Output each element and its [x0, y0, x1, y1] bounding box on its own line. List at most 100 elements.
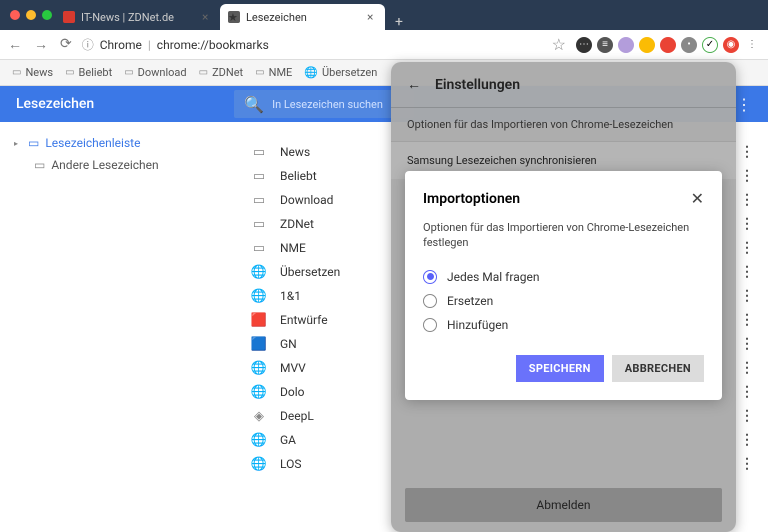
favicon-icon [63, 11, 75, 23]
radio-ask[interactable]: Jedes Mal fragen [423, 265, 704, 289]
address-bar: ← → ⟳ ⓘ Chrome | chrome://bookmarks ☆ ⋯ … [0, 30, 768, 60]
bm-zdnet[interactable]: ▭ZDNet [195, 64, 248, 81]
close-window[interactable] [10, 10, 20, 20]
folder-name: GA [280, 433, 296, 447]
more-icon[interactable]: ⋮ [740, 336, 754, 352]
tree-bookmarkbar[interactable]: ▸ ▭ Lesezeichenleiste [12, 132, 220, 154]
menu-icon[interactable]: ⋮ [744, 37, 760, 53]
folder-name: Entwürfe [280, 313, 328, 327]
folder-name: DeepL [280, 409, 314, 423]
tab-bookmarks[interactable]: ★ Lesezeichen × [220, 4, 385, 30]
globe-icon: 🌐 [250, 289, 268, 303]
blue-icon: 🟦 [250, 337, 268, 351]
tree-other[interactable]: ▭ Andere Lesezeichen [32, 154, 220, 176]
bm-nme[interactable]: ▭NME [251, 64, 296, 81]
tab-zdnet[interactable]: IT-News | ZDNet.de × [55, 4, 220, 30]
folder-name: ZDNet [280, 217, 314, 231]
page-title: Lesezeichen [16, 96, 94, 112]
more-icon[interactable]: ⋮ [740, 216, 754, 232]
more-icon[interactable]: ⋮ [740, 408, 754, 424]
dialog-description: Optionen für das Importieren von Chrome-… [423, 220, 704, 251]
more-icon[interactable]: ⋮ [740, 168, 754, 184]
folder-icon: ▭ [250, 169, 268, 183]
extensions: ⋯ ≡ • ✓ ◉ ⋮ [576, 37, 760, 53]
folder-name: News [280, 145, 310, 159]
logout-button[interactable]: Abmelden [405, 488, 722, 522]
addr-protocol: Chrome [100, 38, 142, 52]
folder-name: Übersetzen [280, 265, 340, 279]
more-icon[interactable]: ⋮ [740, 432, 754, 448]
folder-icon: ▭ [250, 241, 268, 255]
ext-icon[interactable]: • [681, 37, 697, 53]
cancel-button[interactable]: ABBRECHEN [612, 355, 704, 382]
folder-name: Beliebt [280, 169, 317, 183]
settings-import-option[interactable]: Optionen für das Importieren von Chrome-… [391, 107, 736, 141]
close-icon[interactable]: ✕ [691, 189, 704, 208]
window-controls [10, 10, 52, 20]
ext-icon[interactable]: ⋯ [576, 37, 592, 53]
more-icon[interactable]: ⋮ [740, 312, 754, 328]
settings-panel: ← Einstellungen Optionen für das Importi… [391, 62, 736, 532]
more-icon[interactable]: ⋮ [740, 384, 754, 400]
profile-icon[interactable]: ◉ [723, 37, 739, 53]
more-icon[interactable]: ⋮ [740, 240, 754, 256]
globe-icon: 🌐 [250, 361, 268, 375]
settings-title: Einstellungen [435, 77, 520, 93]
tab-bar: IT-News | ZDNet.de × ★ Lesezeichen × + [0, 0, 768, 30]
reload-button[interactable]: ⟳ [60, 36, 72, 53]
more-icon[interactable]: ⋮ [740, 456, 754, 472]
folder-icon: ▭ [250, 217, 268, 231]
globe-icon: 🌐 [250, 385, 268, 399]
folder-icon: ▭ [199, 67, 208, 78]
folder-icon: ▭ [250, 145, 268, 159]
header-more-button[interactable]: ⋮ [736, 95, 752, 114]
folder-icon: ▭ [124, 67, 133, 78]
globe-icon: 🌐 [250, 457, 268, 471]
settings-header: ← Einstellungen [391, 62, 736, 107]
forward-button[interactable]: → [34, 36, 48, 53]
ext-icon[interactable] [660, 37, 676, 53]
tab-title: Lesezeichen [246, 11, 307, 24]
star-icon[interactable]: ☆ [552, 35, 566, 54]
folder-name: Download [280, 193, 333, 207]
more-icon[interactable]: ⋮ [740, 144, 754, 160]
ext-icon[interactable]: ≡ [597, 37, 613, 53]
close-icon[interactable]: × [202, 10, 212, 24]
folder-name: MVV [280, 361, 306, 375]
new-tab-button[interactable]: + [385, 14, 413, 30]
maximize-window[interactable] [42, 10, 52, 20]
more-icon[interactable]: ⋮ [740, 264, 754, 280]
addr-url: chrome://bookmarks [157, 38, 269, 52]
search-input[interactable] [272, 98, 404, 111]
folder-icon: ▭ [65, 67, 74, 78]
folder-icon: ▭ [250, 193, 268, 207]
address-field[interactable]: ⓘ Chrome | chrome://bookmarks [82, 36, 542, 53]
bm-uebersetzen[interactable]: 🌐Übersetzen [300, 64, 381, 81]
sidebar: ▸ ▭ Lesezeichenleiste ▭ Andere Lesezeich… [0, 122, 232, 532]
close-icon[interactable]: × [367, 10, 377, 24]
folder-icon: ▭ [34, 158, 45, 172]
folder-icon: ▭ [12, 67, 21, 78]
back-icon[interactable]: ← [407, 76, 421, 93]
red-icon: 🟥 [250, 313, 268, 327]
bm-beliebt[interactable]: ▭Beliebt [61, 64, 116, 81]
save-button[interactable]: SPEICHERN [516, 355, 604, 382]
minimize-window[interactable] [26, 10, 36, 20]
bm-news[interactable]: ▭News [8, 64, 57, 81]
ext-icon[interactable] [639, 37, 655, 53]
ext-icon[interactable] [618, 37, 634, 53]
search-wrap: 🔍 [234, 90, 414, 118]
folder-name: GN [280, 337, 297, 351]
more-icon[interactable]: ⋮ [740, 192, 754, 208]
back-button[interactable]: ← [8, 36, 22, 53]
radio-icon [423, 270, 437, 284]
folder-name: LOS [280, 457, 301, 471]
radio-add[interactable]: Hinzufügen [423, 313, 704, 337]
bm-download[interactable]: ▭Download [120, 64, 190, 81]
more-icon[interactable]: ⋮ [740, 360, 754, 376]
radio-replace[interactable]: Ersetzen [423, 289, 704, 313]
globe-icon: 🌐 [250, 433, 268, 447]
ext-icon[interactable]: ✓ [702, 37, 718, 53]
tree-label: Lesezeichenleiste [45, 136, 140, 150]
more-icon[interactable]: ⋮ [740, 288, 754, 304]
